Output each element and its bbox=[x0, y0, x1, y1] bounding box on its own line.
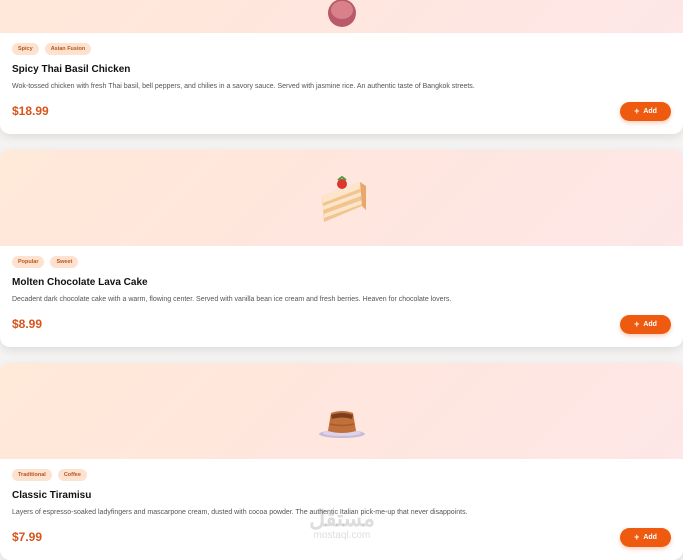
tag: Asian Fusion bbox=[44, 43, 92, 55]
plus-icon: + bbox=[634, 319, 640, 329]
card-body: Traditional Coffee Classic Tiramisu Laye… bbox=[0, 459, 683, 560]
add-button-label: Add bbox=[643, 534, 657, 541]
plus-icon: + bbox=[634, 532, 640, 542]
dish-description: Decadent dark chocolate cake with a warm… bbox=[12, 296, 452, 303]
dish-price: $8.99 bbox=[12, 317, 43, 331]
card-body: Spicy Asian Fusion Spicy Thai Basil Chic… bbox=[0, 33, 683, 134]
card-image-area bbox=[0, 150, 683, 246]
tag: Coffee bbox=[57, 469, 87, 481]
cake-slice-icon bbox=[321, 175, 366, 222]
add-to-cart-button[interactable]: + Add bbox=[620, 315, 671, 334]
curry-bowl-icon bbox=[327, 0, 356, 27]
dish-price: $18.99 bbox=[12, 104, 49, 118]
add-to-cart-button[interactable]: + Add bbox=[620, 102, 671, 121]
tag-list: Spicy Asian Fusion bbox=[12, 43, 671, 55]
tag: Popular bbox=[12, 256, 45, 268]
card-body: Popular Sweet Molten Chocolate Lava Cake… bbox=[0, 246, 683, 347]
menu-card: Popular Sweet Molten Chocolate Lava Cake… bbox=[0, 150, 683, 347]
add-button-label: Add bbox=[643, 108, 657, 115]
menu-card: Spicy Asian Fusion Spicy Thai Basil Chic… bbox=[0, 0, 683, 134]
dish-description: Wok-tossed chicken with fresh Thai basil… bbox=[12, 83, 475, 90]
menu-card: Traditional Coffee Classic Tiramisu Laye… bbox=[0, 363, 683, 560]
tag: Sweet bbox=[50, 256, 79, 268]
dish-title: Molten Chocolate Lava Cake bbox=[12, 277, 148, 288]
tag: Spicy bbox=[12, 43, 39, 55]
dish-description: Layers of espresso-soaked ladyfingers an… bbox=[12, 509, 468, 516]
add-to-cart-button[interactable]: + Add bbox=[620, 528, 671, 547]
dish-price: $7.99 bbox=[12, 530, 43, 544]
dish-title: Spicy Thai Basil Chicken bbox=[12, 64, 131, 75]
dish-title: Classic Tiramisu bbox=[12, 490, 92, 501]
pudding-icon bbox=[318, 411, 365, 438]
tag-list: Popular Sweet bbox=[12, 256, 671, 268]
tag: Traditional bbox=[12, 469, 52, 481]
card-image-area bbox=[0, 363, 683, 459]
tag-list: Traditional Coffee bbox=[12, 469, 671, 481]
card-image-area bbox=[0, 0, 683, 33]
add-button-label: Add bbox=[643, 321, 657, 328]
plus-icon: + bbox=[634, 106, 640, 116]
